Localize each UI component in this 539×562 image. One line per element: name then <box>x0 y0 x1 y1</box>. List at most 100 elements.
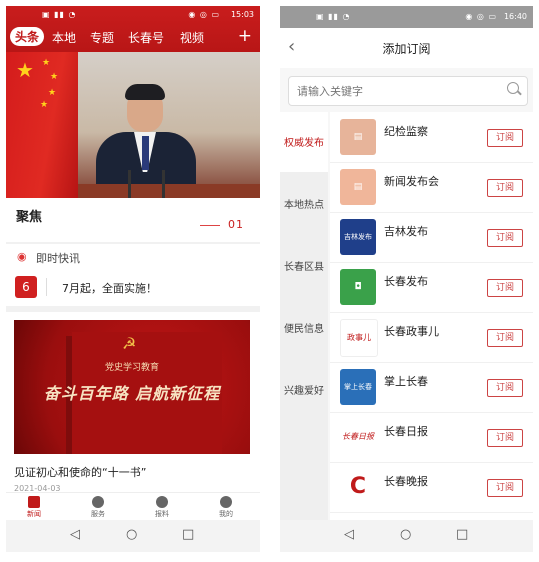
tab-changchun[interactable]: 长春号 <box>128 29 164 46</box>
page-title: 添加订阅 <box>382 42 431 56</box>
system-nav-bar: ◁ ○ □ <box>280 520 533 552</box>
category-sidebar: 权威发布 本地热点 长春区县 便民信息 兴趣爱好 <box>280 112 328 520</box>
list-item[interactable]: ▤ 纪检监察 订阅 <box>330 112 533 163</box>
list-item[interactable]: 政事儿 长春政事儿 订阅 <box>330 312 533 363</box>
quick-news[interactable]: ◉ 即时快讯 6 7月起，全面实施！ <box>6 244 260 306</box>
status-bar: ▣ ▮▮ ◔ ◉ ◎ ▭ 15:03 <box>6 9 260 23</box>
status-icons: ◉ ◎ ▭ <box>188 10 220 19</box>
news-icon <box>28 496 40 508</box>
top-bar: ▣ ▮▮ ◔ ◉ ◎ ▭ 15:03 头条 本地 专题 长春号 视频 + <box>6 6 260 52</box>
tab-local[interactable]: 本地 <box>52 29 76 46</box>
channel-logo-icon: 掌上长春 <box>340 369 376 405</box>
subscribe-button[interactable]: 订阅 <box>487 279 523 297</box>
star-icon: ★ <box>42 58 51 68</box>
subscribe-button[interactable]: 订阅 <box>487 479 523 497</box>
tab-topics[interactable]: 专题 <box>90 29 114 46</box>
status-time: 15:03 <box>230 10 254 19</box>
add-channel-icon[interactable]: + <box>238 26 252 46</box>
star-icon: ★ <box>40 100 49 110</box>
search-box[interactable] <box>288 76 528 106</box>
list-item[interactable]: 长春日报 长春日报 订阅 <box>330 412 533 463</box>
news-logo-icon: 6 <box>15 276 37 298</box>
channel-name: 长春发布 <box>384 275 428 288</box>
channel-name: 长春政事儿 <box>384 325 439 338</box>
list-item[interactable]: ◘ 长春发布 订阅 <box>330 262 533 313</box>
book-title: 奋斗百年路 启航新征程 <box>43 384 221 403</box>
profile-icon <box>220 496 232 508</box>
tab-video[interactable]: 视频 <box>180 29 204 46</box>
subscribe-button[interactable]: 订阅 <box>487 179 523 197</box>
broadcast-icon: ◉ <box>17 250 27 263</box>
category-districts[interactable]: 长春区县 <box>280 236 328 296</box>
nav-report[interactable]: 报料 <box>142 496 182 519</box>
nav-label: 报料 <box>155 510 169 518</box>
list-item[interactable]: C 长春晚报 订阅 <box>330 462 533 513</box>
channel-logo-icon: ▤ <box>340 169 376 205</box>
subscribe-button[interactable]: 订阅 <box>487 329 523 347</box>
status-icons: ◉ ◎ ▭ <box>465 12 497 21</box>
list-item[interactable]: 吉林发布 吉林发布 订阅 <box>330 212 533 263</box>
search-input[interactable] <box>295 81 499 101</box>
party-emblem-icon: ☭ <box>122 334 137 353</box>
nav-service[interactable]: 服务 <box>78 496 118 519</box>
recents-square-icon[interactable]: □ <box>456 527 468 542</box>
page-header: ‹ 添加订阅 <box>280 28 533 68</box>
focus-page-number: 01 <box>228 218 244 231</box>
star-icon: ★ <box>16 58 34 82</box>
divider <box>46 278 47 296</box>
channel-logo-icon: 吉林发布 <box>340 219 376 255</box>
signal-icons: ▣ ▮▮ ◔ <box>42 10 77 19</box>
nav-label: 新闻 <box>27 510 41 518</box>
nav-label: 服务 <box>91 510 105 518</box>
back-triangle-icon[interactable]: ◁ <box>344 527 354 542</box>
focus-section: 聚焦 01 <box>6 198 260 242</box>
channel-name: 长春日报 <box>384 425 428 438</box>
subscribe-button[interactable]: 订阅 <box>487 429 523 447</box>
flag-image: ★ ★ ★ ★ ★ <box>6 52 78 198</box>
channel-logo-icon: 长春日报 <box>340 419 376 455</box>
focus-title: 聚焦 <box>16 210 43 225</box>
channel-list: ▤ 纪检监察 订阅 ▤ 新闻发布会 订阅 吉林发布 吉林发布 订阅 ◘ 长春发布… <box>330 112 533 520</box>
tab-headline[interactable]: 头条 <box>10 27 45 46</box>
nav-news[interactable]: 新闻 <box>14 496 54 519</box>
category-official[interactable]: 权威发布 <box>280 112 328 172</box>
channel-name: 掌上长春 <box>384 375 428 388</box>
subscribe-button[interactable]: 订阅 <box>487 229 523 247</box>
back-triangle-icon[interactable]: ◁ <box>70 527 80 542</box>
status-bar: ▣ ▮▮ ◔ ◉ ◎ ▭ 16:40 <box>280 6 533 28</box>
report-icon <box>156 496 168 508</box>
card-caption[interactable]: 见证初心和使命的“十一书” <box>14 464 146 480</box>
star-icon: ★ <box>48 88 57 98</box>
star-icon: ★ <box>50 72 59 82</box>
subscribe-button[interactable]: 订阅 <box>487 379 523 397</box>
quick-news-heading: 即时快讯 <box>36 252 80 265</box>
nav-mine[interactable]: 我的 <box>206 496 246 519</box>
nav-label: 我的 <box>219 510 233 518</box>
system-nav-bar: ◁ ○ □ <box>6 520 260 552</box>
channel-logo-icon: ◘ <box>340 269 376 305</box>
home-circle-icon[interactable]: ○ <box>400 527 411 542</box>
divider <box>200 225 220 226</box>
person-hair <box>125 84 165 100</box>
signal-icons: ▣ ▮▮ ◔ <box>316 12 351 21</box>
channel-logo-icon: 政事儿 <box>340 319 378 357</box>
list-item[interactable]: ▤ 新闻发布会 订阅 <box>330 162 533 213</box>
hero-image[interactable]: ★ ★ ★ ★ ★ <box>6 52 260 198</box>
service-icon <box>92 496 104 508</box>
home-circle-icon[interactable]: ○ <box>126 527 137 542</box>
category-local-hot[interactable]: 本地热点 <box>280 174 328 234</box>
recents-square-icon[interactable]: □ <box>182 527 194 542</box>
right-phone-screen: ▣ ▮▮ ◔ ◉ ◎ ▭ 16:40 ‹ 添加订阅 权威发布 本地热点 长春区县… <box>280 6 533 552</box>
news-card[interactable]: ☭ 党史学习教育 奋斗百年路 启航新征程 见证初心和使命的“十一书” 2021-… <box>6 312 260 496</box>
category-services[interactable]: 便民信息 <box>280 298 328 358</box>
search-icon[interactable] <box>507 82 519 94</box>
list-item[interactable]: 掌上长春 掌上长春 订阅 <box>330 362 533 413</box>
category-hobbies[interactable]: 兴趣爱好 <box>280 360 328 420</box>
quick-news-headline[interactable]: 7月起，全面实施！ <box>62 280 157 296</box>
bottom-nav: 新闻 服务 报料 我的 <box>6 492 260 521</box>
desk <box>78 184 260 198</box>
subscribe-button[interactable]: 订阅 <box>487 129 523 147</box>
channel-name: 长春晚报 <box>384 475 428 488</box>
channel-name: 吉林发布 <box>384 225 428 238</box>
card-image: ☭ 党史学习教育 奋斗百年路 启航新征程 <box>14 320 250 454</box>
